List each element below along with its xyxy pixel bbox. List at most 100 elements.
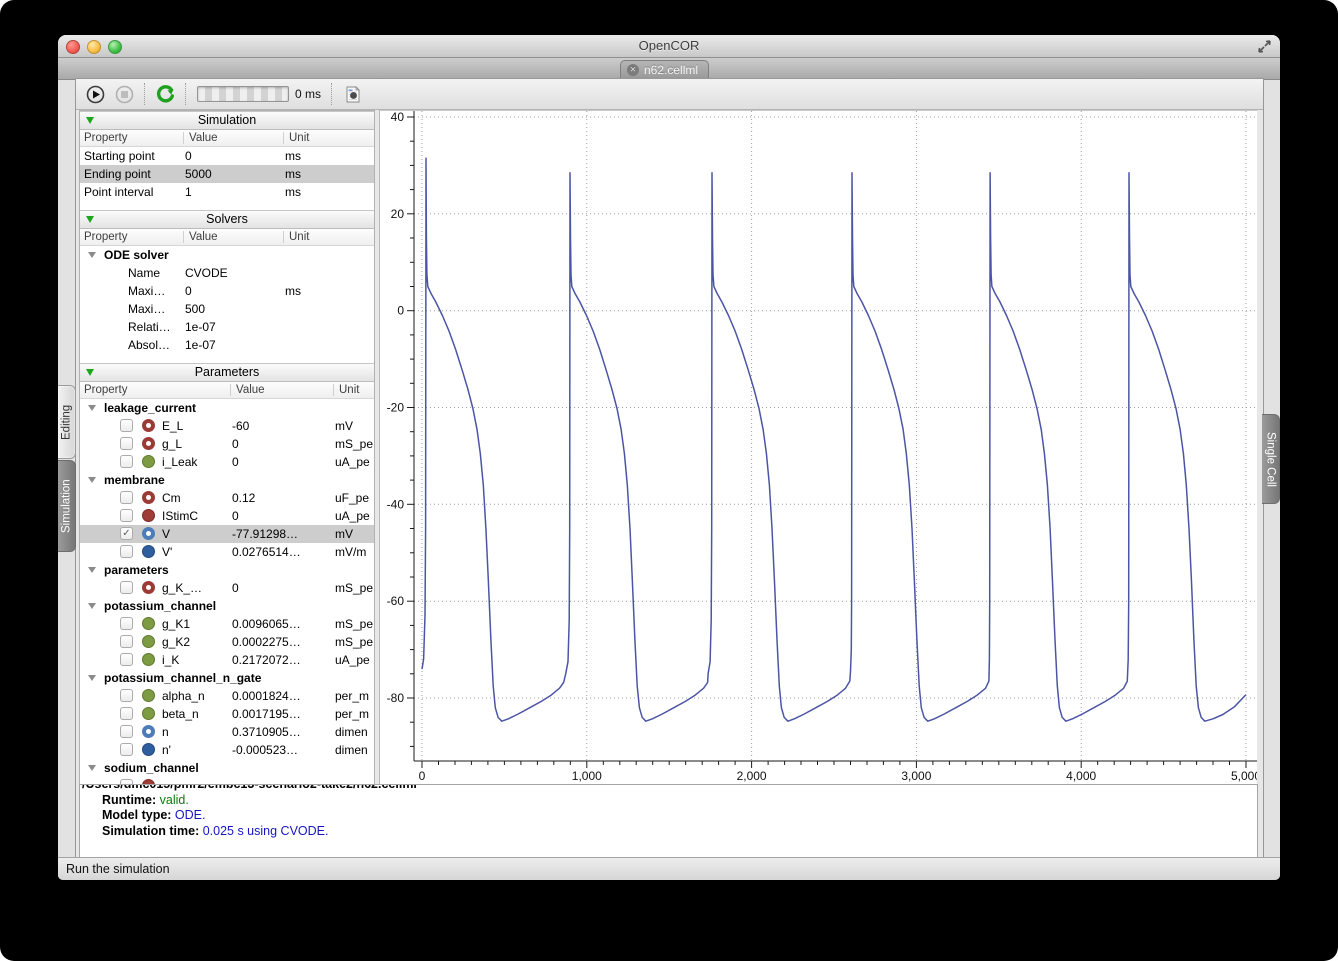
column-header-unit: Unit: [289, 132, 310, 144]
parameter-row-g-k[interactable]: g_K_… 0 mS_pe: [80, 579, 374, 597]
parameter-checkbox[interactable]: [120, 419, 133, 432]
collapse-triangle-icon[interactable]: [86, 216, 94, 223]
parameter-row-alpha-n[interactable]: alpha_n 0.0001824… per_m: [80, 687, 374, 705]
parameter-row-istimc[interactable]: IStimC 0 uA_pe: [80, 507, 374, 525]
opencor-window: OpenCOR ✕ n62.cellml 0 ms Simulation Pro…: [58, 35, 1280, 880]
parameter-row-g-k2[interactable]: g_K2 0.0002275… mS_pe: [80, 633, 374, 651]
expand-triangle-icon[interactable]: [88, 477, 96, 483]
model-file-path: /Users/dmc015/pmr2/embc13-scenario2-take…: [82, 784, 417, 791]
parameter-type-icon: [142, 725, 155, 738]
tab-close-icon[interactable]: ✕: [627, 64, 639, 76]
column-header[interactable]: Property Value Unit: [80, 382, 374, 399]
property-row-starting-point[interactable]: Starting point 0 ms: [80, 147, 374, 165]
section-title: Parameters: [194, 365, 260, 379]
trace-plot[interactable]: 40 20 0 -20 -40 -60 -80 0 1,000 2,000 3,000 4,000 5,…: [379, 110, 1262, 785]
section-header-simulation[interactable]: Simulation: [80, 111, 374, 130]
parameter-group-sodium-channel[interactable]: sodium_channel: [80, 759, 374, 777]
parameter-name: V: [162, 527, 171, 541]
property-unit: ms: [285, 284, 301, 298]
expand-triangle-icon[interactable]: [88, 603, 96, 609]
parameter-group-potassium-channel-n-gate[interactable]: potassium_channel_n_gate: [80, 669, 374, 687]
svg-text:40: 40: [391, 111, 405, 124]
parameter-row-g-l[interactable]: g_L 0 mS_pe: [80, 435, 374, 453]
export-csv-button[interactable]: [343, 85, 362, 104]
side-tab-simulation[interactable]: Simulation: [58, 460, 76, 552]
title-bar[interactable]: OpenCOR: [58, 35, 1280, 58]
column-header[interactable]: Property Value Unit: [80, 229, 374, 246]
solver-row-maxi[interactable]: Maxi… 0 ms: [80, 282, 374, 300]
parameter-checkbox[interactable]: [120, 545, 133, 558]
parameter-name: beta_n: [162, 707, 199, 721]
parameter-checkbox[interactable]: [120, 509, 133, 522]
expand-triangle-icon[interactable]: [88, 675, 96, 681]
parameter-value: 0: [232, 581, 239, 595]
parameter-name: g_L: [162, 437, 183, 451]
column-separator[interactable]: [183, 231, 184, 243]
solver-row-relati[interactable]: Relati… 1e-07: [80, 318, 374, 336]
column-separator[interactable]: [283, 132, 284, 144]
tab-label: n62.cellml: [644, 63, 699, 77]
parameter-row-n[interactable]: n' -0.000523… dimen: [80, 741, 374, 759]
solver-group-ode-solver[interactable]: ODE solver: [80, 246, 374, 264]
property-row-point-interval[interactable]: Point interval 1 ms: [80, 183, 374, 201]
parameter-checkbox[interactable]: [120, 689, 133, 702]
expand-triangle-icon[interactable]: [88, 765, 96, 771]
parameter-checkbox[interactable]: [120, 725, 133, 738]
parameter-row-i-k[interactable]: i_K 0.2172072… uA_pe: [80, 651, 374, 669]
parameter-group-potassium-channel[interactable]: potassium_channel: [80, 597, 374, 615]
parameter-checkbox[interactable]: [120, 581, 133, 594]
parameter-row-v[interactable]: ✓ V -77.91298… mV: [80, 525, 374, 543]
section-header-parameters[interactable]: Parameters: [80, 363, 374, 382]
collapse-triangle-icon[interactable]: [86, 369, 94, 376]
parameter-checkbox[interactable]: [120, 707, 133, 720]
parameter-checkbox[interactable]: [120, 743, 133, 756]
solver-row-maxi[interactable]: Maxi… 500: [80, 300, 374, 318]
column-separator[interactable]: [230, 384, 231, 396]
parameter-group-name: potassium_channel_n_gate: [104, 671, 262, 685]
parameter-unit: per_m: [335, 707, 370, 721]
property-row-ending-point[interactable]: Ending point 5000 ms: [80, 165, 374, 183]
reset-parameters-button[interactable]: [156, 84, 175, 104]
expand-triangle-icon[interactable]: [88, 405, 96, 411]
toolbar-separator: [185, 83, 187, 105]
parameter-row-e-l[interactable]: E_L -60 mV: [80, 417, 374, 435]
stop-button[interactable]: [115, 85, 134, 104]
parameter-value: 0: [232, 509, 239, 523]
expand-triangle-icon[interactable]: [88, 252, 96, 258]
run-button[interactable]: [86, 85, 105, 104]
parameter-row-beta-n[interactable]: beta_n 0.0017195… per_m: [80, 705, 374, 723]
side-tab-editing[interactable]: Editing: [58, 385, 76, 459]
parameter-group-name: parameters: [104, 563, 169, 577]
parameter-row-cm[interactable]: Cm 0.12 uF_pe: [80, 489, 374, 507]
parameter-group-membrane[interactable]: membrane: [80, 471, 374, 489]
column-header-unit: Unit: [289, 231, 310, 243]
column-separator[interactable]: [283, 231, 284, 243]
parameter-group-leakage-current[interactable]: leakage_current: [80, 399, 374, 417]
parameter-row-n[interactable]: n 0.3710905… dimen: [80, 723, 374, 741]
parameter-checkbox[interactable]: [120, 437, 133, 450]
svg-text:0: 0: [397, 304, 404, 318]
column-separator[interactable]: [333, 384, 334, 396]
parameter-checkbox[interactable]: [120, 455, 133, 468]
parameter-row-g-k1[interactable]: g_K1 0.0096065… mS_pe: [80, 615, 374, 633]
parameter-row-i-leak[interactable]: i_Leak 0 uA_pe: [80, 453, 374, 471]
expand-triangle-icon[interactable]: [88, 567, 96, 573]
parameter-checkbox[interactable]: ✓: [120, 527, 133, 540]
side-tab-single-cell[interactable]: Single Cell: [1262, 414, 1280, 504]
parameter-unit: mV: [335, 419, 353, 433]
collapse-triangle-icon[interactable]: [86, 117, 94, 124]
parameter-checkbox[interactable]: [120, 635, 133, 648]
parameter-checkbox[interactable]: [120, 491, 133, 504]
parameter-group-parameters[interactable]: parameters: [80, 561, 374, 579]
solver-row-name[interactable]: Name CVODE: [80, 264, 374, 282]
section-header-solvers[interactable]: Solvers: [80, 210, 374, 229]
parameter-checkbox[interactable]: [120, 653, 133, 666]
solver-row-absol[interactable]: Absol… 1e-07: [80, 336, 374, 354]
parameter-checkbox[interactable]: [120, 617, 133, 630]
column-header[interactable]: Property Value Unit: [80, 130, 374, 147]
column-separator[interactable]: [183, 132, 184, 144]
parameter-row-v[interactable]: V' 0.0276514… mV/m: [80, 543, 374, 561]
tab-n62-cellml[interactable]: ✕ n62.cellml: [620, 60, 710, 79]
fullscreen-icon[interactable]: [1257, 39, 1272, 54]
plot-canvas[interactable]: 40 20 0 -20 -40 -60 -80 0 1,000 2,000 3,000 4,000 5,…: [380, 110, 1262, 785]
